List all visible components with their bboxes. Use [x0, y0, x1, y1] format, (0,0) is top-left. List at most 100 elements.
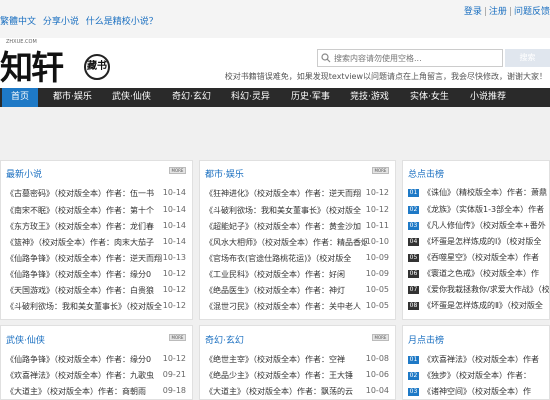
rank-item[interactable]: 07 《爱你我栽拯救你/求爱大作战》（校	[403, 284, 549, 297]
list-item[interactable]: 《南宋不眠》（校对版全本）作者：第十个 10-14	[6, 205, 186, 218]
site-logo[interactable]: ZHXUE.COM 知轩 藏书	[0, 38, 120, 88]
list-item[interactable]: 《大道主》（校对版全本）作者：商朝雨 09-18	[6, 386, 186, 399]
site-header: ZHXUE.COM 知轩 藏书 搜索 校对书籍错误难免，如果发现textview…	[0, 38, 550, 88]
list-item[interactable]: 《斗破利欲场：我和美女董事长》（校对版全 10-12	[205, 205, 389, 218]
nav-wuxia[interactable]: 武侠·仙侠	[112, 88, 151, 107]
list-item-title[interactable]: 《混世刁民》（校对版全本）作者：关中老人	[205, 301, 367, 312]
list-item-title[interactable]: 《绝品医生》（校对版全本）作者：神灯	[205, 285, 367, 296]
list-item-title[interactable]: 《狂神进化》（校对版全本）作者：逆天而翔	[205, 188, 367, 199]
nav-fantasy[interactable]: 奇幻·玄幻	[172, 88, 211, 107]
list-item[interactable]: 《仙路争锋》（校对版全本）作者：缘分0 10-12	[6, 354, 186, 367]
rank-title[interactable]: 《爱你我栽拯救你/求爱大作战》（校	[423, 284, 549, 295]
list-item-title[interactable]: 《篮神》（校对版全本）作者：肉末大茄子	[6, 237, 164, 248]
more-button[interactable]: MORE	[169, 334, 186, 341]
rank-title[interactable]: 《坏蛋是怎样炼成的Ⅰ》（校对版全	[423, 236, 549, 247]
rank-title[interactable]: 《凡人修仙传》（校对版全本+番外	[423, 220, 549, 231]
list-item-title[interactable]: 《官场布衣(官途仕路桃花运)》（校对版全	[205, 253, 367, 264]
list-item[interactable]: 《狂神进化》（校对版全本）作者：逆天而翔 10-12	[205, 188, 389, 201]
rank-number: 03	[408, 388, 419, 396]
list-item-title[interactable]: 《绝世主宰》（校对版全本）作者：空禅	[205, 354, 367, 365]
list-item-title[interactable]: 《仙路争锋》（校对版全本）作者：缘分0	[6, 354, 164, 365]
rank-title[interactable]: 《坏蛋是怎样炼成的Ⅱ》（校对版全	[423, 300, 549, 311]
list-item[interactable]: 《绝品医生》（校对版全本）作者：神灯 10-05	[205, 285, 389, 298]
nav-recommend[interactable]: 小说推荐	[470, 88, 506, 107]
list-item[interactable]: 《古墓密码》（校对版全本）作者：伍一书 10-14	[6, 188, 186, 201]
rank-title[interactable]: 《寰道之色戒》（校对版全本）作	[423, 268, 549, 279]
list-item[interactable]: 《天国游戏》（校对版全本）作者：白贵狼 10-12	[6, 285, 186, 298]
rank-item[interactable]: 08 《坏蛋是怎样炼成的Ⅱ》（校对版全	[403, 300, 549, 313]
what-is-proofread-link[interactable]: 什么是精校小说？	[86, 17, 158, 27]
panel-title: 都市·娱乐	[205, 170, 244, 180]
list-item-title[interactable]: 《大道主》（校对版全本）作者：商朝雨	[6, 386, 164, 397]
list-item[interactable]: 《仙路争锋》（校对版全本）作者：缘分0 10-12	[6, 269, 186, 282]
list-item-title[interactable]: 《东方玫王》（校对版全本）作者：龙们春	[6, 221, 164, 232]
list-item[interactable]: 《混世刁民》（校对版全本）作者：关中老人 10-05	[205, 301, 389, 314]
nav-history[interactable]: 历史·军事	[291, 88, 330, 107]
list-item-title[interactable]: 《斗破利欲场：我和美女董事长》（校对版全	[205, 205, 367, 216]
list-item-date: 10-09	[365, 269, 389, 278]
list-item-title[interactable]: 《天国游戏》（校对版全本）作者：白贵狼	[6, 285, 164, 296]
search-input[interactable]	[334, 51, 499, 65]
rank-title[interactable]: 《独步》（校对版全本）作者：	[423, 370, 549, 381]
rank-item[interactable]: 03 《凡人修仙传》（校对版全本+番外	[403, 220, 549, 233]
search-button[interactable]: 搜索	[505, 49, 550, 67]
list-item-title[interactable]: 《工业民科》（校对版全本）作者：好闲	[205, 269, 367, 280]
rank-item[interactable]: 02 《独步》（校对版全本）作者：	[403, 370, 549, 383]
rank-item[interactable]: 02 《龙族》（实体版1-3部全本）作者	[403, 204, 549, 217]
search-box	[317, 49, 503, 67]
list-item[interactable]: 《超能妃子》（校对版全本）作者：黄金沙加 10-11	[205, 221, 389, 234]
rank-number: 05	[408, 254, 419, 262]
rank-title[interactable]: 《诛仙》（精校版全本）作者：萧鼎	[423, 187, 549, 198]
rank-item[interactable]: 04 《坏蛋是怎样炼成的Ⅰ》（校对版全	[403, 236, 549, 249]
list-item[interactable]: 《绝品少主》（校对版全本）作者：王大锤 10-06	[205, 370, 389, 383]
list-item[interactable]: 《斗破利欲场：我和美女董事长》（校对版全 10-12	[6, 301, 186, 314]
list-item[interactable]: 《大道主》（校对版全本）作者：飘荡的云 10-04	[205, 386, 389, 399]
list-item-title[interactable]: 《南宋不眠》（校对版全本）作者：第十个	[6, 205, 164, 216]
share-novel-link[interactable]: 分享小说	[43, 17, 79, 27]
list-item[interactable]: 《官场布衣(官途仕路桃花运)》（校对版全 10-09	[205, 253, 389, 266]
list-item-date: 10-06	[365, 370, 389, 379]
list-item-title[interactable]: 《仙路争锋》（校对版全本）作者：缘分0	[6, 269, 164, 280]
list-item-title[interactable]: 《古墓密码》（校对版全本）作者：伍一书	[6, 188, 164, 199]
list-item-date: 10-12	[162, 301, 186, 310]
rank-title[interactable]: 《龙族》（实体版1-3部全本）作者	[423, 204, 549, 215]
list-item[interactable]: 《篮神》（校对版全本）作者：肉末大茄子 10-14	[6, 237, 186, 250]
list-item-title[interactable]: 《风水大相师》（校对版全本）作者：精品香烟	[205, 237, 367, 248]
more-button[interactable]: MORE	[372, 167, 389, 174]
traditional-chinese-link[interactable]: 繁體中文	[0, 17, 36, 27]
list-item-title[interactable]: 《欢喜禅法》（校对版全本）作者：九歌虫	[6, 370, 164, 381]
list-item[interactable]: 《风水大相师》（校对版全本）作者：精品香烟 10-10	[205, 237, 389, 250]
nav-female[interactable]: 实体·女生	[410, 88, 449, 107]
rank-title[interactable]: 《吞噬星空》（校对版全本）作者	[423, 252, 549, 263]
list-item-title[interactable]: 《仙路争锋》（校对版全本）作者：逆天而翔	[6, 253, 164, 264]
rank-item[interactable]: 01 《欢喜禅法》（校对版全本）作者	[403, 354, 549, 367]
register-link[interactable]: 注册	[489, 7, 507, 17]
list-item-title[interactable]: 《超能妃子》（校对版全本）作者：黄金沙加	[205, 221, 367, 232]
nav-scifi[interactable]: 科幻·灵异	[231, 88, 270, 107]
fantasy-panel: 奇幻·玄幻 MORE 《绝世主宰》（校对版全本）作者：空禅 10-08 《绝品少主…	[199, 325, 396, 400]
nav-home[interactable]: 首页	[2, 88, 38, 107]
rank-item[interactable]: 06 《寰道之色戒》（校对版全本）作	[403, 268, 549, 281]
nav-urban[interactable]: 都市·娱乐	[53, 88, 92, 107]
more-button[interactable]: MORE	[169, 167, 186, 174]
list-item-title[interactable]: 《大道主》（校对版全本）作者：飘荡的云	[205, 386, 367, 397]
logo-seal: 藏书	[84, 54, 110, 80]
rank-item[interactable]: 01 《诛仙》（精校版全本）作者：萧鼎	[403, 187, 549, 200]
list-item[interactable]: 《欢喜禅法》（校对版全本）作者：九歌虫 09-21	[6, 370, 186, 383]
month-click-rank-panel: 月点击榜 01 《欢喜禅法》（校对版全本）作者 02 《独步》（校对版全本）作者： …	[402, 325, 550, 400]
list-item-title[interactable]: 《绝品少主》（校对版全本）作者：王大锤	[205, 370, 367, 381]
list-item-title[interactable]: 《斗破利欲场：我和美女董事长》（校对版全	[6, 301, 164, 312]
rank-title[interactable]: 《欢喜禅法》（校对版全本）作者	[423, 354, 549, 365]
nav-games[interactable]: 竞技·游戏	[350, 88, 389, 107]
login-link[interactable]: 登录	[464, 7, 482, 17]
list-item[interactable]: 《绝世主宰》（校对版全本）作者：空禅 10-08	[205, 354, 389, 367]
rank-title[interactable]: 《诸神空间》（校对版全本）作	[423, 386, 549, 397]
feedback-link[interactable]: 问题反馈	[514, 7, 550, 17]
list-item-date: 10-12	[162, 285, 186, 294]
list-item[interactable]: 《工业民科》（校对版全本）作者：好闲 10-09	[205, 269, 389, 282]
rank-item[interactable]: 05 《吞噬星空》（校对版全本）作者	[403, 252, 549, 265]
list-item[interactable]: 《仙路争锋》（校对版全本）作者：逆天而翔 10-13	[6, 253, 186, 266]
list-item[interactable]: 《东方玫王》（校对版全本）作者：龙们春 10-14	[6, 221, 186, 234]
rank-item[interactable]: 03 《诸神空间》（校对版全本）作	[403, 386, 549, 399]
more-button[interactable]: MORE	[372, 334, 389, 341]
